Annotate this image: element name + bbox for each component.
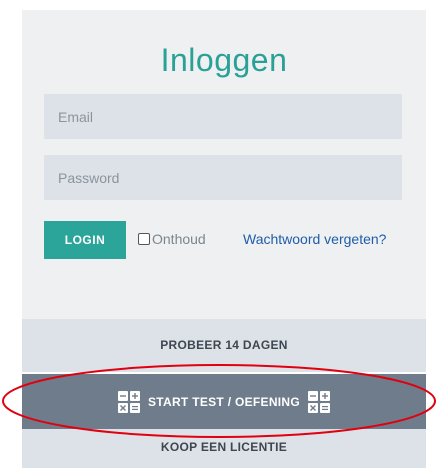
- password-field[interactable]: [44, 155, 402, 200]
- login-button[interactable]: LOGIN: [44, 221, 126, 259]
- page-title: Inloggen: [160, 42, 288, 78]
- calculator-icon: [117, 390, 140, 413]
- trial-button[interactable]: PROBEER 14 DAGEN: [22, 319, 426, 372]
- email-field[interactable]: [44, 94, 402, 139]
- remember-label: Onthoud: [152, 231, 206, 247]
- calculator-icon: [308, 390, 331, 413]
- remember-me[interactable]: Onthoud: [138, 231, 206, 247]
- forgot-password-link[interactable]: Wachtwoord vergeten?: [243, 231, 386, 247]
- login-page: Inloggen LOGIN Onthoud Wachtwoord verget…: [0, 0, 436, 468]
- buy-license-button[interactable]: KOOP EEN LICENTIE: [22, 429, 426, 468]
- login-panel: Inloggen LOGIN Onthoud Wachtwoord verget…: [22, 10, 426, 319]
- start-test-label: START TEST / OEFENING: [147, 394, 301, 409]
- remember-checkbox[interactable]: [138, 233, 150, 245]
- start-test-button[interactable]: START TEST / OEFENING: [22, 374, 426, 429]
